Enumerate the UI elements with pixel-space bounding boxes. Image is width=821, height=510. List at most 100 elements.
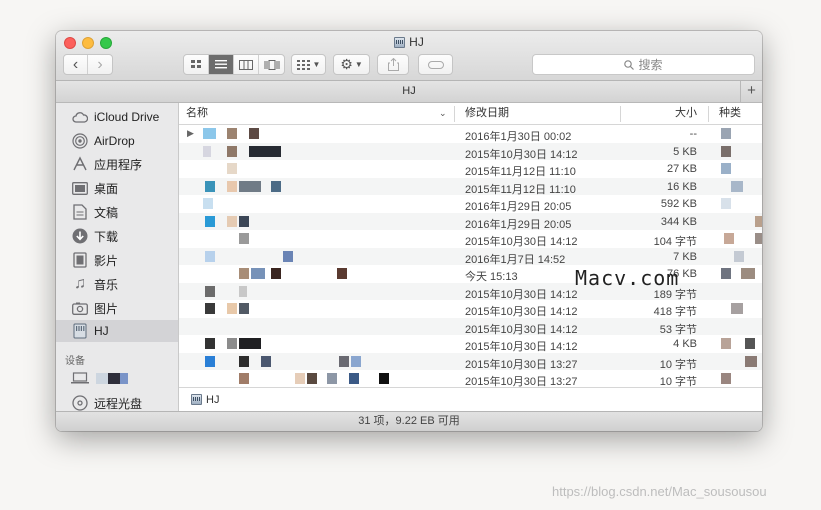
file-row[interactable]: 2015年10月30日 14:12 5 KB (179, 142, 762, 161)
window-title-text: HJ (409, 35, 424, 49)
file-row[interactable]: 2015年10月30日 14:12 53 字节 (179, 317, 762, 336)
redacted-name (239, 355, 249, 367)
redacted-kind (755, 233, 762, 244)
coverflow-view-button[interactable] (259, 55, 284, 74)
redacted-name (227, 145, 237, 157)
redacted-kind (721, 373, 731, 384)
redacted-name (227, 303, 237, 314)
sidebar-item-label: iCloud Drive (94, 110, 160, 124)
redacted-name (295, 373, 305, 384)
devices-header: 设备 (65, 356, 85, 367)
redacted-name (249, 128, 259, 139)
share-button[interactable] (377, 54, 409, 75)
action-button[interactable]: ⚙ ▼ (333, 54, 370, 75)
redacted-pixel (108, 373, 120, 384)
share-icon (387, 58, 399, 71)
disk-icon (71, 323, 89, 339)
column-size[interactable]: 大小 (675, 103, 697, 125)
redacted-name (271, 268, 281, 279)
music-icon: ♫ (74, 275, 86, 292)
sidebar-item-label: 应用程序 (94, 157, 143, 172)
redacted-kind (721, 163, 731, 174)
tag-icon (427, 60, 444, 69)
redacted-name (239, 233, 249, 244)
arrange-button[interactable]: ▼ (291, 54, 326, 75)
list-view-icon (215, 60, 227, 69)
movies-icon (71, 252, 89, 268)
sidebar-item-downloads[interactable]: 下载 (56, 225, 178, 247)
sidebar-item-music[interactable]: ♫ 音乐 (56, 273, 178, 295)
redacted-pixel (96, 373, 108, 384)
column-divider[interactable] (620, 106, 621, 122)
sidebar-item-documents[interactable]: 文稿 (56, 201, 178, 223)
watermark-macv: Macv.com (575, 266, 680, 290)
sidebar-item-label: 下载 (94, 229, 119, 244)
applications-icon (71, 156, 89, 172)
redacted-kind (724, 233, 734, 244)
redacted-name (337, 268, 347, 279)
redacted-name (251, 268, 265, 279)
search-field[interactable]: 搜索 (532, 54, 755, 75)
file-row[interactable]: 2015年10月30日 14:12 4 KB (179, 335, 762, 353)
file-row[interactable]: 2016年1月29日 20:05 344 KB (179, 212, 762, 231)
sort-chevron-icon[interactable]: ⌄ (439, 103, 447, 125)
file-row[interactable]: 2015年10月30日 14:12 418 字节 (179, 300, 762, 318)
file-row[interactable]: 2015年10月30日 13:27 10 字节 (179, 370, 762, 387)
column-view-icon (239, 59, 253, 70)
finder-window: HJ ‹ › ▼ ⚙ ▼ 搜索 HJ + iCloud Drive AirDro… (56, 31, 762, 431)
column-date[interactable]: 修改日期 (465, 103, 509, 125)
redacted-name (239, 215, 249, 227)
file-row[interactable]: 2016年1月29日 20:05 592 KB (179, 195, 762, 213)
desktop-icon (71, 180, 89, 196)
file-row[interactable]: 2015年11月12日 11:10 16 KB (179, 177, 762, 196)
tab-title[interactable]: HJ (402, 85, 415, 97)
redacted-name (339, 355, 349, 367)
new-tab-button[interactable]: + (740, 81, 762, 102)
file-row[interactable]: 2016年1月7日 14:52 7 KB (179, 247, 762, 266)
title-toolbar: HJ ‹ › ▼ ⚙ ▼ 搜索 (56, 31, 762, 81)
file-icon (205, 285, 215, 297)
column-view-button[interactable] (234, 55, 259, 74)
sidebar: iCloud Drive AirDrop 应用程序 桌面 文稿 下载 影片 ♫ (56, 103, 179, 411)
chevron-down-icon: ▼ (312, 60, 321, 69)
icon-view-button[interactable] (184, 55, 209, 74)
sidebar-item-movies[interactable]: 影片 (56, 249, 178, 271)
file-date: 2015年10月30日 13:27 (465, 376, 578, 387)
column-divider[interactable] (454, 106, 455, 122)
redacted-kind (721, 128, 731, 139)
sidebar-item-device-laptop[interactable] (56, 367, 178, 389)
sidebar-item-pictures[interactable]: 图片 (56, 297, 178, 319)
list-view-button[interactable] (209, 55, 234, 74)
sidebar-item-label: 文稿 (94, 205, 119, 220)
optical-disc-icon (71, 395, 89, 411)
redacted-name (239, 303, 249, 314)
column-kind[interactable]: 种类 (719, 103, 741, 125)
file-icon (203, 198, 213, 209)
disclosure-triangle-icon[interactable]: ▶ (187, 128, 194, 139)
sidebar-item-hj[interactable]: HJ (56, 320, 178, 342)
file-size: 592 KB (660, 198, 697, 210)
tags-button[interactable] (418, 54, 453, 75)
redacted-kind (721, 145, 731, 157)
search-placeholder: 搜索 (638, 58, 663, 72)
file-row[interactable]: ▶ 2016年1月30日 00:02 -- (179, 125, 762, 143)
column-name[interactable]: 名称 (186, 103, 208, 125)
file-row[interactable]: 2015年10月30日 13:27 10 字节 (179, 352, 762, 371)
file-size: 27 KB (667, 163, 697, 175)
sidebar-item-label: HJ (94, 324, 109, 338)
sidebar-item-icloud-drive[interactable]: iCloud Drive (56, 106, 178, 128)
column-divider[interactable] (708, 106, 709, 122)
sidebar-item-airdrop[interactable]: AirDrop (56, 130, 178, 152)
forward-button[interactable]: › (88, 55, 112, 74)
back-button[interactable]: ‹ (64, 55, 89, 74)
search-icon (624, 59, 635, 70)
file-size: 5 KB (673, 145, 697, 158)
sidebar-item-applications[interactable]: 应用程序 (56, 153, 178, 175)
pictures-icon (71, 300, 89, 316)
sidebar-item-desktop[interactable]: 桌面 (56, 177, 178, 199)
file-row[interactable]: 2015年10月30日 14:12 104 字节 (179, 230, 762, 248)
sidebar-item-label: 远程光盘 (94, 396, 143, 411)
path-bar-item[interactable]: HJ (206, 394, 219, 406)
chevron-down-icon: ▼ (354, 60, 363, 69)
file-row[interactable]: 2015年11月12日 11:10 27 KB (179, 160, 762, 178)
